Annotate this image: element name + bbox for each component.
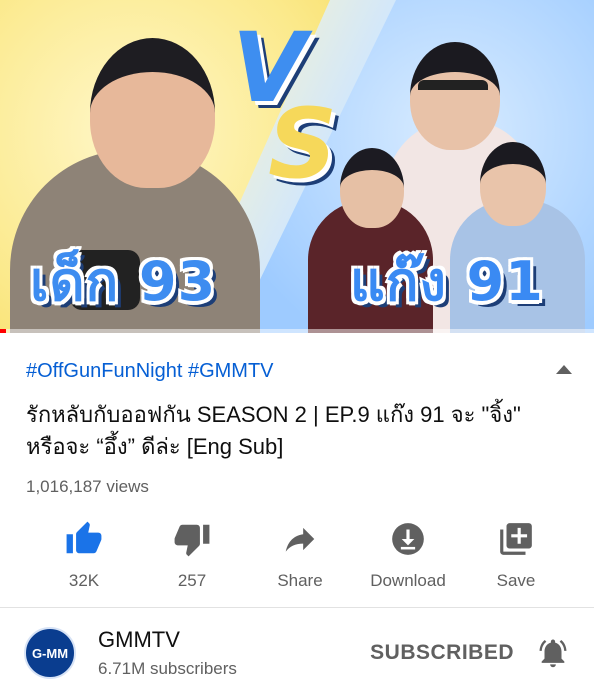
hashtags-link[interactable]: #OffGunFunNight #GMMTV [26, 359, 570, 383]
right-person-head [480, 142, 546, 226]
channel-row: G-MM GMMTV 6.71M subscribers SUBSCRIBED [0, 608, 594, 680]
thumbnail-left-label: เด็ก 93 [30, 250, 217, 313]
notification-bell-icon[interactable] [536, 635, 570, 671]
share-icon [280, 519, 320, 559]
channel-avatar-logo: G-MM [31, 645, 69, 661]
download-button[interactable]: Download [360, 519, 456, 591]
collapse-description-icon[interactable] [556, 365, 572, 374]
share-label: Share [277, 571, 323, 590]
save-label: Save [496, 571, 536, 590]
like-count: 32K [68, 571, 100, 590]
channel-avatar[interactable]: G-MM [24, 627, 76, 679]
dislike-button[interactable]: 257 [144, 519, 240, 591]
middle-person-head [410, 42, 500, 150]
channel-name[interactable]: GMMTV [98, 627, 370, 653]
sunglasses-image [418, 80, 488, 96]
save-playlist-icon [496, 519, 536, 559]
left-person-head [90, 38, 215, 188]
save-button[interactable]: Save [468, 519, 564, 591]
video-thumbnail[interactable]: V S เด็ก 93 แก๊ง 91 [0, 0, 594, 333]
view-count: 1,016,187 views [26, 477, 149, 496]
thumbs-up-icon [64, 519, 104, 559]
share-button[interactable]: Share [252, 519, 348, 591]
video-info: #OffGunFunNight #GMMTV รักหลับกับออฟกัน … [0, 333, 594, 497]
video-title: รักหลับกับออฟกัน SEASON 2 | EP.9 แก๊ง 91… [26, 402, 521, 459]
thumbnail-right-label: แก๊ง 91 [350, 250, 544, 313]
thumbs-down-icon [172, 519, 212, 559]
download-icon [388, 519, 428, 559]
action-bar: 32K 257 Share Download Save [0, 497, 594, 591]
subscriber-count: 6.71M subscribers [98, 659, 237, 678]
like-button[interactable]: 32K [36, 519, 132, 591]
dislike-count: 257 [177, 571, 207, 590]
channel-info[interactable]: GMMTV 6.71M subscribers [98, 627, 370, 679]
vs-graphic: V S [232, 20, 352, 200]
download-label: Download [370, 571, 446, 590]
subscribed-button[interactable]: SUBSCRIBED [370, 641, 514, 665]
vs-letter-s: S [268, 88, 338, 200]
